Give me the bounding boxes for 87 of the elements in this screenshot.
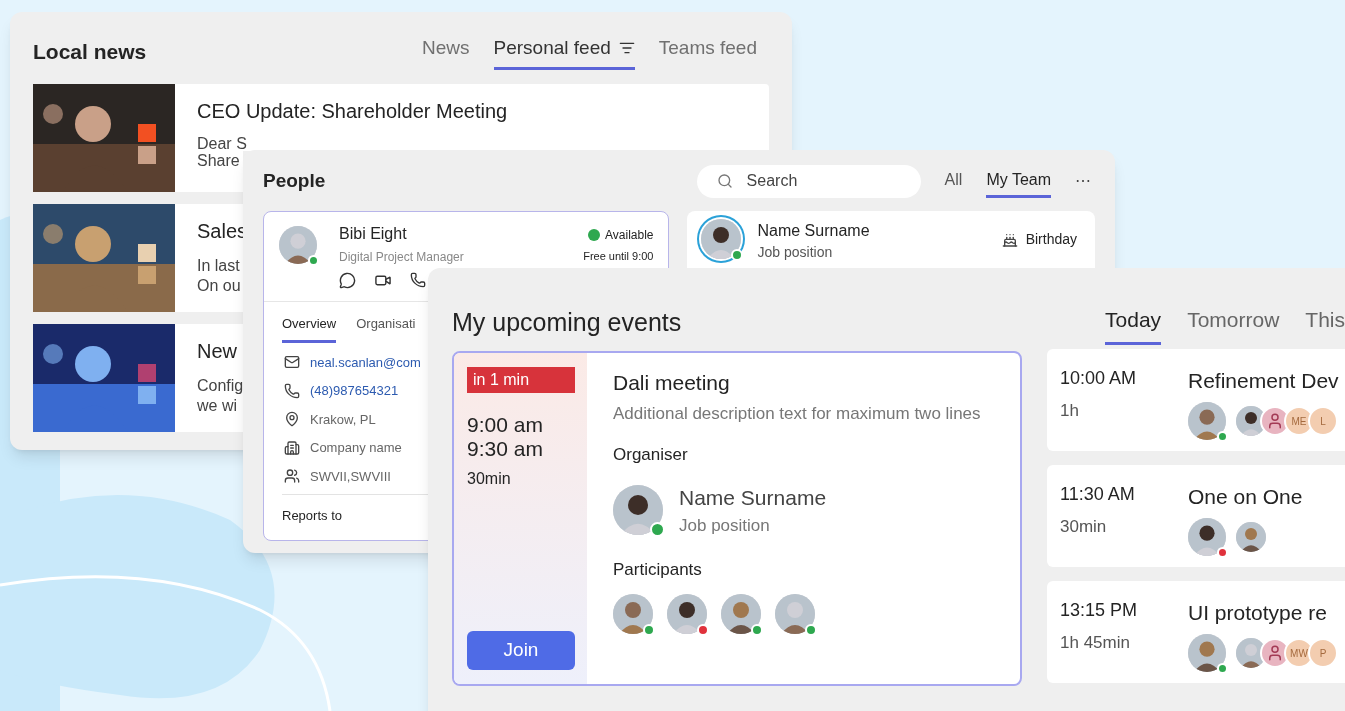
- phone-icon: [284, 382, 300, 399]
- duration: 1h: [1060, 399, 1080, 422]
- contact-link[interactable]: (48)987654321: [310, 381, 399, 401]
- more-button[interactable]: ⋯: [1075, 169, 1091, 193]
- tab[interactable]: News: [422, 34, 470, 70]
- chat-icon[interactable]: [339, 272, 356, 289]
- event-card[interactable]: in 1 min 9:00 am 9:30 am 30min Join Dali meeting Additional description text for maximum two lines Organiser Name Surname Job position Participants: [452, 350, 1022, 686]
- tab[interactable]: Teams feed: [658, 34, 757, 70]
- news-text: we wi: [197, 395, 238, 416]
- person-icon: [1266, 644, 1284, 662]
- avatar: [1188, 402, 1226, 440]
- end-time: 9:30 am: [467, 436, 544, 461]
- section-label: Participants: [613, 558, 703, 581]
- tab[interactable]: Overview: [282, 314, 337, 343]
- event-time: 11:30 AM: [1060, 482, 1136, 506]
- event-title: One on One: [1188, 483, 1303, 510]
- avatar: [1188, 518, 1226, 556]
- tab[interactable]: All: [944, 164, 963, 198]
- time-badge: in 1 min: [467, 366, 575, 393]
- avatar-initials: L: [1320, 414, 1326, 429]
- news-title: CEO Update: Shareholder Meeting: [197, 98, 509, 124]
- contact-link[interactable]: neal.scanlan@com: [310, 352, 421, 372]
- tab[interactable]: Tomorrow: [1187, 304, 1280, 345]
- people-icon: [284, 468, 300, 485]
- news-text: On ou: [197, 275, 242, 296]
- search-field[interactable]: Search: [696, 164, 921, 198]
- duration: 30min: [467, 468, 512, 489]
- search-icon: [716, 172, 733, 189]
- event-title: Refinement Dev: [1188, 367, 1339, 394]
- tab[interactable]: My Team: [986, 164, 1051, 198]
- card-title: People: [263, 168, 326, 193]
- cake-icon: [1001, 231, 1018, 248]
- job-title: Digital Project Manager: [339, 249, 465, 266]
- section-label: Organiser: [613, 444, 689, 466]
- news-text: Config: [197, 375, 243, 396]
- avatar: [667, 594, 707, 634]
- avatar: [279, 226, 317, 264]
- card-title: Local news: [33, 39, 147, 65]
- detail-text: Krakow, PL: [310, 410, 376, 429]
- event-time: 10:00 AM: [1060, 366, 1138, 390]
- tab[interactable]: Organisati: [356, 314, 416, 343]
- duration: 1h 45min: [1060, 631, 1131, 654]
- event-label: Birthday: [1025, 230, 1077, 249]
- person-name: Name Surname: [679, 484, 827, 511]
- building-icon: [284, 439, 300, 456]
- event-row[interactable]: 13:15 PM 1h 45min UI prototype re MW P: [1047, 580, 1345, 683]
- avatar: [613, 485, 663, 535]
- avatar: [1236, 522, 1266, 552]
- avatar: [775, 594, 815, 634]
- status-label: Available: [605, 227, 654, 244]
- mail-icon: [284, 354, 300, 371]
- event-title: Dali meeting: [613, 369, 731, 396]
- avatar-initials: ME: [1291, 414, 1307, 429]
- avatar: [613, 594, 653, 634]
- card-title: My upcoming events: [452, 307, 682, 338]
- event-description: Additional description text for maximum two lines: [613, 403, 982, 425]
- person-name: Bibi Eight: [339, 224, 408, 244]
- location-icon: [284, 411, 300, 428]
- event-row[interactable]: 11:30 AM 30min One on One: [1047, 464, 1345, 567]
- event-time: 13:15 PM: [1060, 598, 1139, 622]
- section-label: Reports to: [282, 508, 342, 523]
- avatar-initials: MW: [1290, 646, 1308, 661]
- person-icon: [1266, 412, 1284, 430]
- phone-icon[interactable]: [410, 272, 426, 288]
- tab[interactable]: This: [1305, 304, 1345, 345]
- news-item[interactable]: New Config we wi: [175, 323, 243, 432]
- join-button[interactable]: Join: [467, 630, 575, 670]
- avatar: [721, 594, 761, 634]
- detail-text: SWVII,SWVIII: [310, 467, 391, 486]
- person-card[interactable]: Name Surname Job position Birthday: [687, 211, 1095, 271]
- news-item[interactable]: CEO Update: Shareholder Meeting Dear S: [175, 83, 769, 151]
- avatar: [1188, 634, 1226, 672]
- news-title: New: [197, 338, 238, 364]
- duration: 30min: [1060, 515, 1108, 538]
- job-title: Job position: [679, 515, 771, 537]
- avatar-initials: P: [1319, 646, 1327, 661]
- person-name: Name Surname: [757, 221, 871, 241]
- availability: Free until 9:00: [583, 249, 654, 264]
- detail-text: Company name: [310, 439, 402, 457]
- start-time: 9:00 am: [467, 412, 544, 437]
- event-title: UI prototype re: [1188, 599, 1328, 626]
- tab[interactable]: Today: [1105, 304, 1162, 345]
- news-text: In last: [197, 255, 241, 276]
- tab[interactable]: Personal feed: [493, 34, 635, 70]
- event-row[interactable]: 10:00 AM 1h Refinement Dev ME L: [1047, 348, 1345, 451]
- job-title: Job position: [757, 243, 834, 261]
- avatar: [701, 219, 742, 259]
